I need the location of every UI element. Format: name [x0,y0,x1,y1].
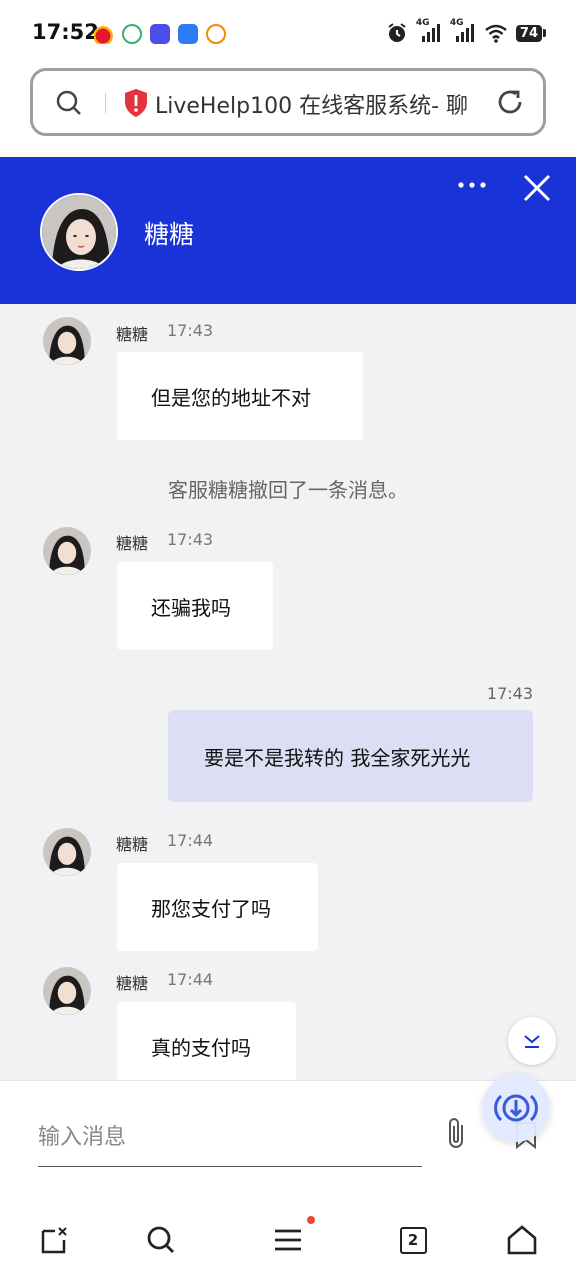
scroll-to-bottom-button[interactable] [508,1017,556,1065]
address-divider [105,93,106,113]
message-bubble: 真的支付吗 [117,1002,296,1080]
sender-avatar [43,967,91,1015]
tabs-button[interactable]: 2 [395,1222,431,1258]
message-time: 17:43 [167,530,214,549]
attachment-icon[interactable] [442,1115,470,1151]
battery-level: 74 [515,24,542,42]
weibo-icon [94,24,114,44]
signal-icon: 4G [450,18,476,44]
wifi-icon [485,24,507,43]
battery-icon: 74 [515,24,546,42]
chat-header: 糖糖 [0,157,576,304]
browser-bottom-nav: 2 [0,1200,576,1280]
signal-icon: 4G [416,18,442,44]
shield-warning-icon[interactable] [123,88,149,118]
edit-icon [41,1227,67,1254]
address-url-text[interactable]: LiveHelp100 在线客服系统- 聊 [155,88,481,120]
home-button[interactable] [504,1222,540,1258]
search-button[interactable] [143,1222,179,1258]
sender-name: 糖糖 [116,325,149,344]
app-icon [206,24,226,44]
status-bar: 17:52 4G 4G 74 [0,0,576,64]
browser-address-bar[interactable]: LiveHelp100 在线客服系统- 聊 [30,68,546,136]
close-icon[interactable] [522,173,552,203]
edit-page-button[interactable] [36,1222,72,1258]
sender-avatar [43,317,91,365]
search-icon[interactable] [55,89,83,117]
download-icon [494,1094,538,1122]
menu-icon [275,1229,301,1251]
menu-button[interactable] [270,1222,306,1258]
app-icon [150,24,170,44]
sender-avatar [43,828,91,876]
agent-avatar [40,193,118,271]
tab-count: 2 [399,1226,427,1254]
status-time: 17:52 [32,20,99,44]
message-bubble: 还骗我吗 [117,562,273,650]
system-note: 客服糖糖撤回了一条消息。 [168,478,408,502]
message-bubble: 那您支付了吗 [117,863,318,951]
search-icon [147,1226,174,1253]
menu-notification-dot [307,1216,315,1224]
chevron-down-icon [524,1035,540,1048]
agent-name: 糖糖 [144,220,195,249]
message-time: 17:43 [167,321,214,340]
system-icons: 4G 4G 74 [386,18,546,44]
app-icon [178,24,198,44]
message-time: 17:44 [167,970,214,989]
more-options-icon[interactable] [458,181,486,189]
reload-icon[interactable] [495,87,525,117]
message-bubble: 但是您的地址不对 [117,352,363,440]
my-message-bubble: 要是不是我转的 我全家死光光 [168,710,533,802]
download-button[interactable] [482,1074,550,1142]
message-time: 17:43 [486,684,533,703]
sender-name: 糖糖 [116,974,149,993]
sender-avatar [43,527,91,575]
alarm-icon [388,23,406,42]
app-icon [122,24,142,44]
sender-name: 糖糖 [116,835,149,854]
sender-name: 糖糖 [116,534,149,553]
notification-icons [94,24,226,44]
message-input[interactable] [38,1109,422,1167]
message-list[interactable]: 糖糖 17:43 但是您的地址不对 客服糖糖撤回了一条消息。 糖糖 17:43 … [0,304,576,1080]
home-icon [507,1225,537,1255]
message-time: 17:44 [167,831,214,850]
